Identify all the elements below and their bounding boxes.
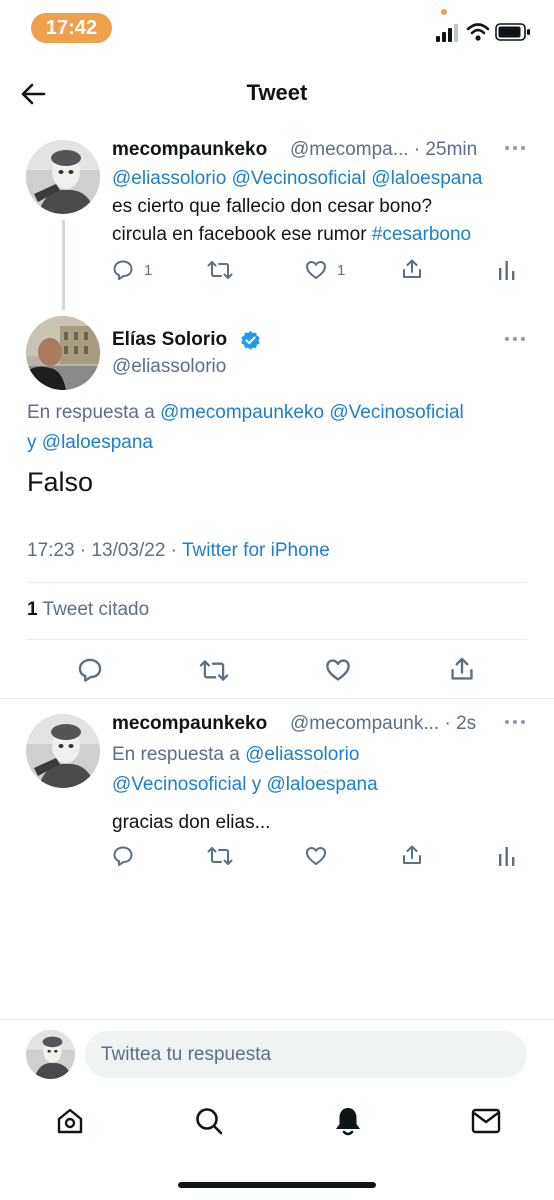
battery-icon (495, 23, 530, 41)
reply-mention[interactable]: @eliassolorio (245, 744, 359, 765)
wifi-icon (466, 23, 490, 41)
tweet-text: gracias don elias... (112, 812, 271, 833)
reply-prefix: En respuesta a (27, 402, 161, 423)
privacy-indicator-dot (441, 9, 447, 15)
home-indicator[interactable] (178, 1182, 376, 1188)
notifications-icon[interactable] (333, 1105, 363, 1137)
share-icon[interactable] (449, 656, 475, 682)
verified-icon (241, 330, 260, 350)
author-handle-time[interactable]: @mecompaunk... · 2s (290, 713, 476, 735)
reply-count: 1 (144, 262, 153, 279)
reply-context-line2: @Vecinosoficial y @laloespana (112, 770, 378, 800)
author-name[interactable]: Elías Solorio (112, 329, 227, 351)
tweet-text-line2: circula en facebook ese rumor #cesarbono (112, 220, 471, 250)
retweet-icon[interactable] (207, 259, 233, 281)
search-icon[interactable] (194, 1106, 224, 1136)
tweet-meta: 17:23 · 13/03/22 · Twitter for iPhone (27, 536, 330, 566)
tweet-timestamp: 17:23 · 13/03/22 · (27, 540, 182, 561)
analytics-icon[interactable] (498, 259, 516, 281)
author-handle-time[interactable]: @mecompa... · 25min (290, 139, 477, 161)
tweet-text: circula en facebook ese rumor (112, 224, 372, 245)
reply-and: y (246, 774, 267, 795)
reply-mention[interactable]: @laloespana (42, 432, 153, 453)
reply-and: y (27, 432, 42, 453)
like-icon[interactable] (325, 657, 351, 683)
avatar[interactable] (26, 316, 100, 390)
reply-icon[interactable] (112, 259, 134, 281)
messages-icon[interactable] (471, 1108, 501, 1134)
divider (27, 639, 527, 640)
tweet-text: Falso (27, 467, 94, 497)
more-icon[interactable] (504, 144, 526, 152)
author-name[interactable]: mecompaunkeko (112, 139, 267, 161)
reply-mention[interactable]: @laloespana (266, 774, 377, 795)
tweet-source[interactable]: Twitter for iPhone (182, 540, 330, 561)
reply-icon[interactable] (77, 657, 103, 683)
avatar[interactable] (26, 140, 100, 214)
reply-mention[interactable]: @Vecinosoficial (112, 774, 246, 795)
hashtag-link[interactable]: #cesarbono (372, 224, 471, 245)
like-count: 1 (337, 262, 346, 279)
share-icon[interactable] (401, 844, 423, 866)
divider (0, 1019, 554, 1020)
reply-compose-input[interactable]: Twittea tu respuesta (85, 1031, 527, 1078)
tweet-text-line1: es cierto que fallecio don cesar bono? (112, 196, 433, 217)
reply-prefix: En respuesta a (112, 744, 246, 765)
share-icon[interactable] (401, 258, 423, 280)
divider (0, 698, 554, 699)
author-handle[interactable]: @eliassolorio (112, 356, 226, 378)
reply-context: En respuesta a @mecompaunkeko @Vecinosof… (27, 398, 464, 428)
status-time: 17:42 (31, 13, 112, 43)
reply-context: En respuesta a @eliassolorio (112, 740, 359, 770)
retweet-icon[interactable] (207, 845, 233, 867)
reply-mentions[interactable]: @mecompaunkeko @Vecinosoficial (160, 402, 464, 423)
like-icon[interactable] (305, 259, 327, 281)
divider (27, 582, 527, 583)
quote-tweets-stat[interactable]: 1 Tweet citado (27, 599, 149, 621)
avatar[interactable] (26, 714, 100, 788)
more-icon[interactable] (504, 718, 526, 726)
like-icon[interactable] (305, 845, 327, 867)
tweet-mentions[interactable]: @eliassolorio @Vecinosoficial @laloespan… (112, 164, 483, 194)
more-icon[interactable] (504, 335, 526, 343)
home-icon[interactable] (55, 1106, 85, 1136)
author-name[interactable]: mecompaunkeko (112, 713, 267, 735)
reply-icon[interactable] (112, 845, 134, 867)
retweet-icon[interactable] (199, 658, 229, 683)
cellular-signal-icon (436, 24, 458, 42)
analytics-icon[interactable] (498, 845, 516, 867)
reply-context-line2: y @laloespana (27, 428, 153, 458)
thread-connector-line (62, 220, 65, 310)
page-title: Tweet (246, 80, 308, 105)
quote-count: 1 (27, 599, 38, 620)
avatar (26, 1030, 75, 1079)
quote-label: Tweet citado (37, 599, 150, 620)
